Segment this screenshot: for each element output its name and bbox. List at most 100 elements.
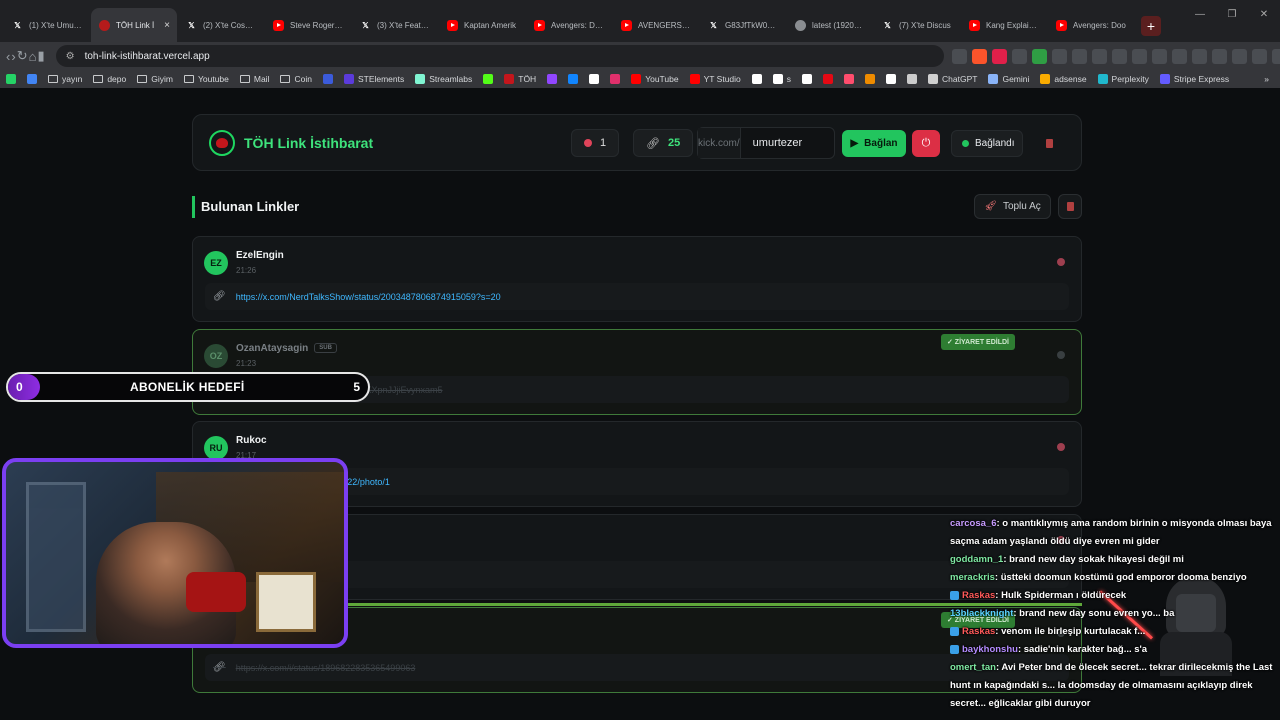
forward-icon[interactable]: › [11, 46, 15, 66]
bookmark-item[interactable]: TÖH [504, 74, 536, 84]
chat-username: carcosa_6 [950, 518, 997, 529]
bookmark-label: YT Studio [703, 74, 741, 84]
extension-icon[interactable] [1231, 48, 1247, 64]
bookmark-item[interactable]: depo [93, 74, 126, 84]
browser-tab[interactable]: Kaptan Amerik [439, 8, 525, 42]
x-icon: 𝕏 [884, 20, 891, 30]
bookmark-item[interactable] [907, 74, 918, 84]
browser-tab[interactable]: 𝕏 (2) X'te Cosmic [178, 8, 264, 42]
bookmark-item[interactable] [547, 74, 558, 84]
link-url[interactable]: 🔗︎ https://x.com/NerdTalksShow/status/200… [205, 283, 1069, 310]
close-window-icon[interactable]: ✕ [1248, 0, 1280, 32]
bookmarks-overflow-icon[interactable]: » [1264, 74, 1269, 84]
minimize-icon[interactable]: — [1184, 0, 1216, 32]
bookmark-item[interactable]: Streamlabs [415, 74, 472, 84]
youtube-icon [631, 74, 642, 84]
bookmark-item[interactable] [589, 74, 600, 84]
back-icon[interactable]: ‹ [6, 46, 10, 66]
browser-tab[interactable]: Kang Explains I [961, 8, 1047, 42]
bookmark-item[interactable] [802, 74, 813, 84]
bookmark-label: Stripe Express [1173, 74, 1230, 84]
ban-user-icon[interactable] [1057, 258, 1065, 266]
disconnect-button[interactable]: ⏻ [912, 130, 940, 157]
extension-icon[interactable] [1031, 48, 1047, 64]
browser-tab[interactable]: 𝕏 (3) X'te Feature [352, 8, 438, 42]
bookmark-item[interactable] [610, 74, 621, 84]
bookmark-item[interactable] [823, 74, 834, 84]
bookmark-item[interactable]: YouTube [631, 74, 679, 84]
bookmark-item[interactable] [844, 74, 855, 84]
extension-icon[interactable] [1071, 48, 1087, 64]
browser-tab[interactable]: 𝕏 (7) X'te Discus [874, 8, 960, 42]
extension-icon[interactable] [1111, 48, 1127, 64]
brave-shield-icon[interactable] [971, 48, 987, 64]
bookmark-item[interactable] [27, 74, 37, 84]
link-url[interactable]: 🔗︎ https://x.com/i/status/189682283536549… [205, 654, 1069, 681]
bulk-open-button[interactable]: 🚀︎ Toplu Aç [974, 194, 1051, 219]
extension-icon[interactable] [1051, 48, 1067, 64]
bookmark-item[interactable] [886, 74, 897, 84]
bookmark-item[interactable]: s [772, 74, 791, 84]
browser-tab[interactable]: 𝕏 (1) X'te Umur T [4, 8, 90, 42]
browser-tab[interactable]: AVENGERS: INF [613, 8, 699, 42]
bookmark-item[interactable]: Gemini [988, 74, 1029, 84]
browser-tab[interactable]: TÖH Link İ × [91, 8, 177, 42]
tab-label: (3) X'te Feature [377, 20, 430, 30]
site-info-icon[interactable]: ⚙ [66, 51, 75, 62]
bookmark-item[interactable]: Mail [239, 74, 270, 84]
bookmark-item[interactable]: Youtube [183, 74, 229, 84]
bookmark-item[interactable]: adsense [1040, 74, 1087, 84]
bookmark-item[interactable] [483, 74, 494, 84]
chat-overlay: carcosa_6: o mantıklıymış ama random bir… [950, 515, 1280, 713]
new-tab-button[interactable]: + [1141, 16, 1161, 36]
extension-icon[interactable] [1171, 48, 1187, 64]
play-icon: ▶ [850, 138, 859, 149]
browser-tab[interactable]: latest (1920×8( [787, 8, 873, 42]
home-icon[interactable]: ⌂ [29, 46, 37, 66]
share-icon[interactable] [951, 48, 967, 64]
restore-icon[interactable]: ❐ [1216, 0, 1248, 32]
bookmark-item[interactable] [568, 74, 579, 84]
avatar: RU [204, 436, 228, 460]
bookmark-item[interactable] [6, 74, 16, 84]
extension-icon[interactable] [1011, 48, 1027, 64]
section-title: Bulunan Linkler [192, 196, 299, 218]
bookmark-item[interactable]: ChatGPT [928, 74, 977, 84]
bookmark-item[interactable]: yayın [48, 74, 82, 84]
extension-icon[interactable] [1091, 48, 1107, 64]
bookmark-item[interactable] [322, 74, 333, 84]
bookmark-item[interactable]: Perplexity [1097, 74, 1149, 84]
clear-button[interactable] [1039, 130, 1059, 157]
menu-icon[interactable] [1271, 48, 1280, 64]
browser-tab[interactable]: Avengers: Doo [1048, 8, 1134, 42]
close-tab-icon[interactable]: × [164, 20, 170, 31]
rewards-icon[interactable] [991, 48, 1007, 64]
bookmark-item[interactable]: STElements [343, 74, 404, 84]
bookmark-item[interactable] [865, 74, 876, 84]
extension-icon[interactable] [1211, 48, 1227, 64]
extension-icon[interactable] [1151, 48, 1167, 64]
bookmark-item[interactable]: Giyim [137, 74, 173, 84]
browser-tab[interactable]: 𝕏 G83JfTkW0AAl [700, 8, 786, 42]
bookmark-item[interactable]: YT Studio [689, 74, 741, 84]
connect-button[interactable]: ▶ Bağlan [842, 130, 906, 157]
extension-icon[interactable] [1131, 48, 1147, 64]
delete-all-button[interactable] [1058, 194, 1082, 219]
reload-icon[interactable]: ↻ [17, 46, 28, 66]
ban-user-icon[interactable] [1057, 351, 1065, 359]
bookmark-item[interactable]: Coin [280, 74, 312, 84]
bookmark-label: Mail [253, 74, 270, 84]
youtube-icon [447, 19, 458, 31]
bookmark-item[interactable]: Stripe Express [1159, 74, 1230, 84]
ban-user-icon[interactable] [1057, 443, 1065, 451]
pattern-icon [907, 74, 918, 84]
browser-tab[interactable]: Avengers: Door [526, 8, 612, 42]
channel-input-group: kick.com/ [697, 127, 895, 159]
bookmark-icon[interactable]: ▮ [37, 46, 44, 66]
address-bar[interactable]: ⚙ toh-link-istihbarat.vercel.app [55, 45, 944, 67]
bookmark-item[interactable] [751, 74, 762, 84]
extension-icon[interactable] [1191, 48, 1207, 64]
visited-badge: ✓ ZİYARET EDİLDİ [940, 334, 1015, 350]
browser-tab[interactable]: Steve Rogers' li [265, 8, 351, 42]
extension-icon[interactable] [1251, 48, 1267, 64]
